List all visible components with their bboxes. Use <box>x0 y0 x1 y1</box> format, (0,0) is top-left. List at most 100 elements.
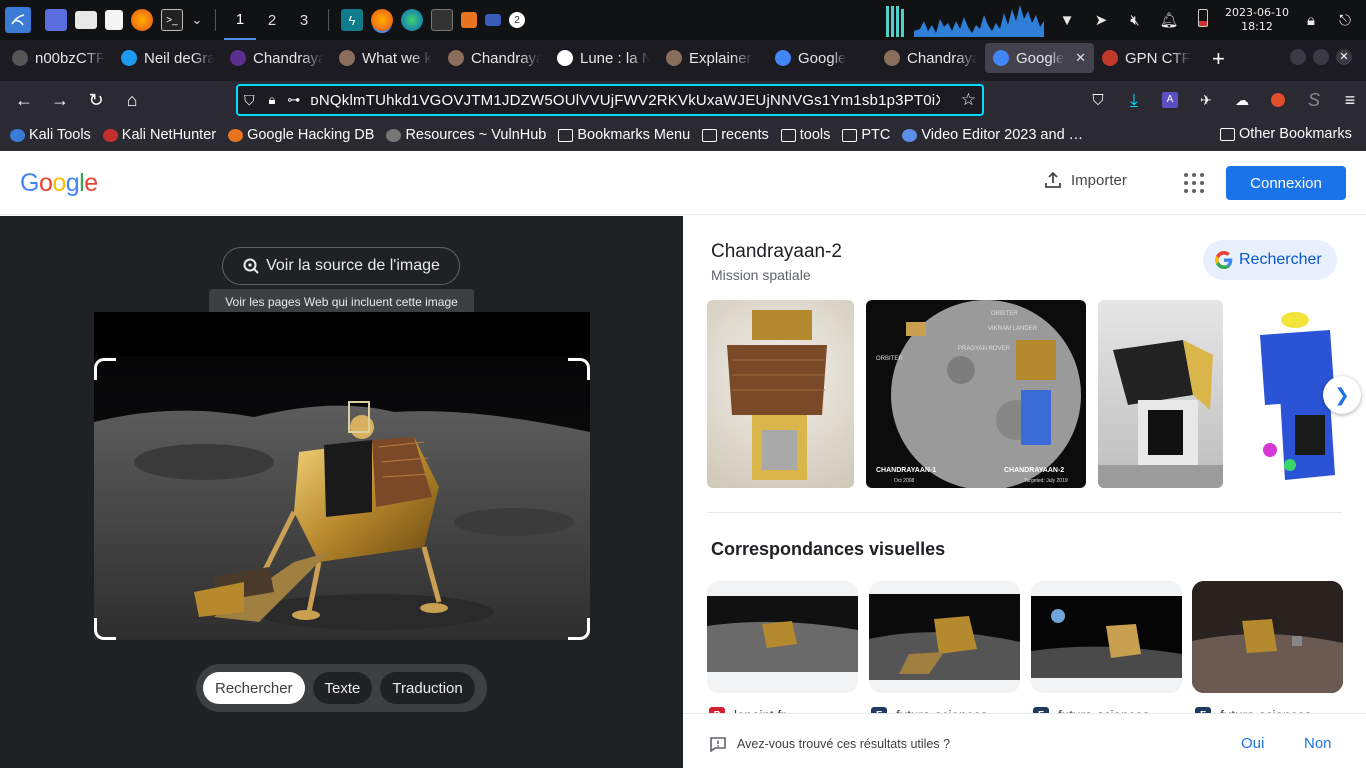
url-text[interactable]: ᴅNQklmTUhkd1VGOVJTM1JDZW5OUlVVUjFWV2RKVk… <box>310 92 940 109</box>
folder-task-icon[interactable] <box>485 14 501 26</box>
import-button[interactable]: Importer <box>1044 171 1127 189</box>
entity-title[interactable]: Chandrayaan-2 <box>711 241 842 263</box>
entity-image-3[interactable] <box>1098 300 1223 488</box>
lock-icon[interactable]: 🔒︎ <box>269 92 276 108</box>
home-button[interactable]: ⌂ <box>114 84 150 116</box>
logout-icon[interactable]: ⎋ <box>1328 12 1362 29</box>
bookmark-item[interactable]: Resources ~ VulnHub <box>386 127 546 143</box>
burp-icon[interactable] <box>461 12 477 28</box>
reload-button[interactable]: ↻ <box>78 84 114 116</box>
visual-match-card[interactable] <box>707 581 858 693</box>
tab-9[interactable]: Chandraya <box>876 43 985 73</box>
tab-10[interactable]: Google ✕ <box>985 43 1094 73</box>
forward-button[interactable]: → <box>42 84 78 116</box>
bookmark-star-icon[interactable]: ☆ <box>961 90 976 110</box>
google-apps-icon[interactable] <box>1184 173 1204 193</box>
lock-icon[interactable]: 🔒︎ <box>1294 12 1328 29</box>
tab-2[interactable]: Neil deGra <box>113 43 222 73</box>
tab-6[interactable]: Lune : la N <box>549 43 658 73</box>
signin-button[interactable]: Connexion <box>1226 166 1346 200</box>
infographic-orbiter-right: ORBITER <box>991 311 1018 317</box>
bookmark-item[interactable]: PTC <box>842 127 890 143</box>
notification-bell-icon[interactable]: 🔔︎ <box>1152 11 1186 29</box>
bookmark-item[interactable]: recents <box>702 127 769 143</box>
text-editor-icon[interactable] <box>105 10 123 30</box>
back-button[interactable]: ← <box>6 84 42 116</box>
infographic-orbiter-left: ORBITER <box>876 356 903 362</box>
extension-shield-icon[interactable] <box>1260 84 1296 116</box>
workspace-1[interactable]: 1 <box>224 0 256 40</box>
bookmark-item[interactable]: Kali NetHunter <box>102 127 216 143</box>
tab-5[interactable]: Chandraya <box>440 43 549 73</box>
extension-s-icon[interactable]: S <box>1296 84 1332 116</box>
query-image[interactable] <box>94 312 590 640</box>
window-minimize-button[interactable] <box>1290 49 1306 65</box>
bookmark-item[interactable]: Kali Tools <box>10 127 91 143</box>
carousel-next-button[interactable]: ❯ <box>1323 376 1361 414</box>
permissions-icon[interactable]: ⊶ <box>287 92 300 108</box>
crop-handle-top-right[interactable] <box>568 358 590 380</box>
volume-muted-icon[interactable]: 🔇︎ <box>1118 12 1152 29</box>
visual-match-card[interactable] <box>869 581 1020 693</box>
firefox-task-icon[interactable] <box>371 9 393 31</box>
terminal-task-icon[interactable] <box>431 9 453 31</box>
downloads-icon[interactable]: ⤓ <box>1116 84 1152 116</box>
extension-spy-icon[interactable]: ☁ <box>1224 84 1260 116</box>
extension-drone-icon[interactable]: ✈ <box>1188 84 1224 116</box>
crop-handle-bottom-right[interactable] <box>568 618 590 640</box>
window-maximize-button[interactable] <box>1313 49 1329 65</box>
firefox-icon[interactable] <box>131 9 153 31</box>
visual-match-card[interactable] <box>1031 581 1182 693</box>
workspace-3[interactable]: 3 <box>288 0 320 40</box>
other-bookmarks[interactable]: Other Bookmarks <box>1220 126 1352 142</box>
crop-handle-top-left[interactable] <box>94 358 116 380</box>
feedback-no-button[interactable]: Non <box>1304 735 1332 752</box>
close-tab-icon[interactable]: ✕ <box>1075 50 1086 66</box>
address-bar[interactable]: ⛉ 🔒︎ ⊶ ᴅNQklmTUhkd1VGOVJTM1JDZW5OUlVVUjF… <box>236 84 984 116</box>
window-close-button[interactable]: ✕ <box>1336 49 1352 65</box>
tab-4[interactable]: What we k <box>331 43 440 73</box>
entity-image-2[interactable]: ORBITER ORBITER VIKRAM LANDER PRAGYAN RO… <box>866 300 1086 488</box>
mode-text-pill[interactable]: Texte <box>312 672 373 704</box>
app-2-icon[interactable]: 2 <box>509 12 525 28</box>
bookmark-item[interactable]: Video Editor 2023 and … <box>902 127 1083 143</box>
workspace-2[interactable]: 2 <box>256 0 288 40</box>
kali-menu-icon[interactable] <box>5 7 31 33</box>
visual-match-card[interactable] <box>1192 581 1343 693</box>
wifi-icon[interactable]: ▼ <box>1050 12 1084 29</box>
battery-icon[interactable] <box>1186 9 1220 31</box>
google-g-icon <box>1215 251 1233 269</box>
tab-11[interactable]: GPN CTF <box>1094 43 1203 73</box>
view-image-source-button[interactable]: Voir la source de l'image <box>222 247 460 285</box>
terminal-icon[interactable]: >_ <box>161 9 183 31</box>
entity-image-1[interactable] <box>707 300 854 488</box>
shield-icon[interactable]: ⛉ <box>244 92 255 109</box>
tab-title: Lune : la N <box>580 49 650 67</box>
entity-search-button[interactable]: Rechercher <box>1203 240 1337 280</box>
tab-title: GPN CTF <box>1125 49 1191 67</box>
pocket-icon[interactable]: ⛉ <box>1080 84 1116 116</box>
chevron-down-icon[interactable]: ⌄ <box>191 9 203 31</box>
crop-handle-bottom-left[interactable] <box>94 618 116 640</box>
mode-search-pill[interactable]: Rechercher <box>203 672 305 704</box>
file-manager-icon[interactable] <box>75 11 97 29</box>
tab-7[interactable]: Explainer <box>658 43 767 73</box>
google-logo[interactable]: Google <box>20 169 98 198</box>
mode-translate-pill[interactable]: Traduction <box>380 672 475 704</box>
show-desktop-icon[interactable] <box>45 9 67 31</box>
bookmark-item[interactable]: Google Hacking DB <box>228 127 374 143</box>
tab-8[interactable]: Google <box>767 43 876 73</box>
menu-hamburger-icon[interactable]: ≡ <box>1332 84 1366 116</box>
clock[interactable]: 2023-06-10 18:12 <box>1220 6 1294 34</box>
telegram-icon[interactable]: ➤ <box>1084 11 1118 29</box>
translate-extension-icon[interactable]: A <box>1152 84 1188 116</box>
edge-icon[interactable] <box>401 9 423 31</box>
bookmark-item[interactable]: Bookmarks Menu <box>558 127 690 143</box>
new-tab-button[interactable]: + <box>1212 46 1225 72</box>
tab-3[interactable]: Chandraya <box>222 43 331 73</box>
tab-1[interactable]: n00bzCTF <box>4 43 113 73</box>
feedback-yes-button[interactable]: Oui <box>1241 735 1264 752</box>
app-lightning-icon[interactable]: ϟ <box>341 9 363 31</box>
bookmark-item[interactable]: tools <box>780 127 830 143</box>
folder-icon <box>702 128 718 142</box>
